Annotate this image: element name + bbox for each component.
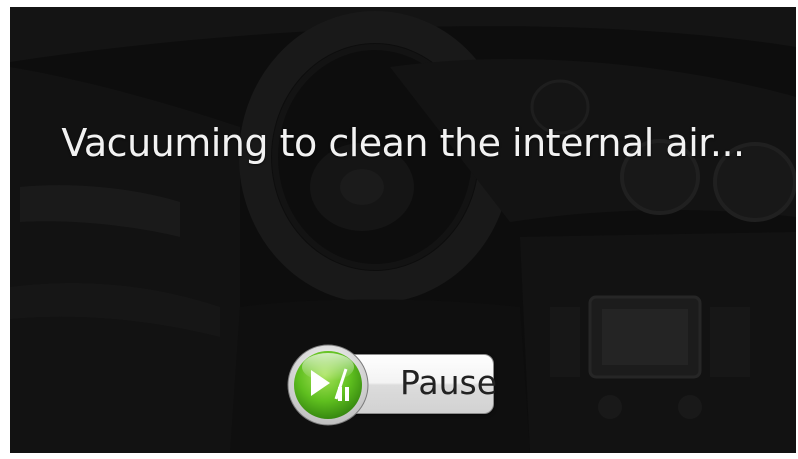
play-pause-icon [287, 344, 369, 426]
pause-button-label: Pause [400, 363, 498, 402]
cleaning-screen: Vacuuming to clean the internal air... P… [10, 7, 796, 453]
pause-button[interactable]: Pause [286, 343, 498, 427]
status-message: Vacuuming to clean the internal air... [61, 121, 745, 165]
